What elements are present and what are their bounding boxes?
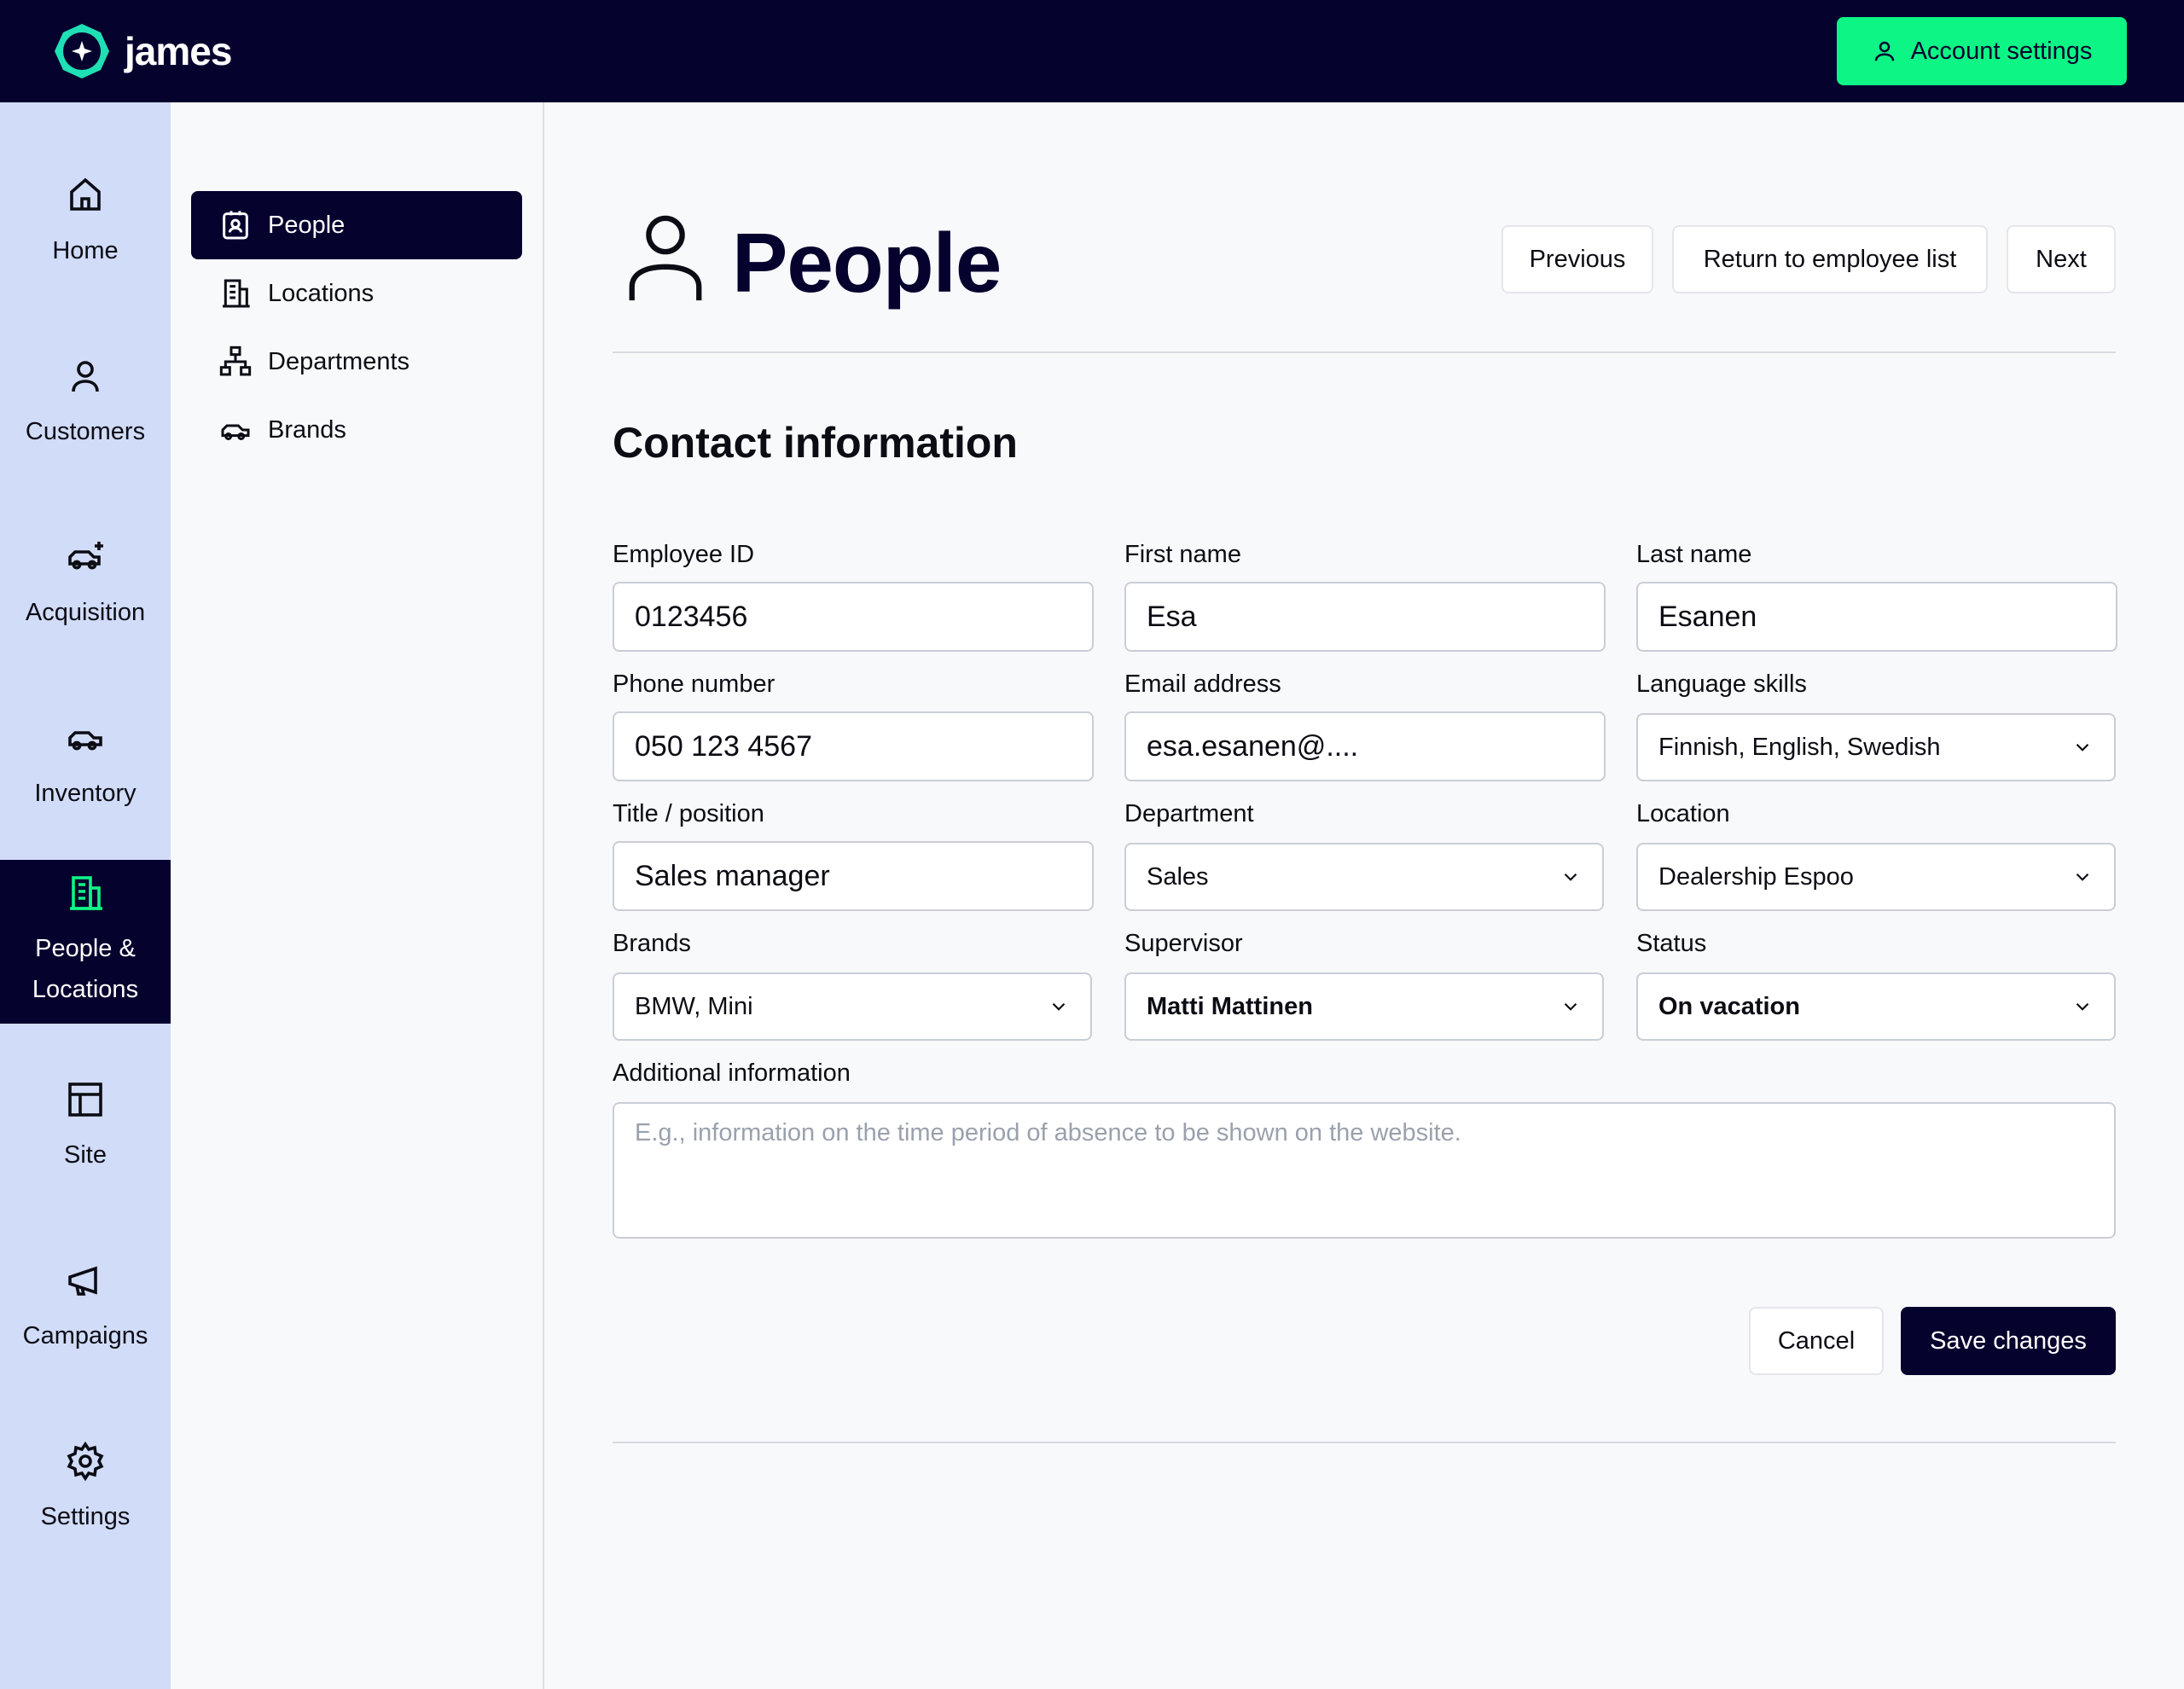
user-icon (1874, 41, 1894, 61)
brands-select[interactable]: BMW, Mini (613, 972, 1092, 1041)
title-position-input[interactable] (613, 841, 1094, 911)
chevron-down-icon (1052, 1002, 1066, 1011)
section-title: Contact information (613, 419, 1018, 467)
main-nav-rail: Home Customers Acquisition Inventory Peo… (0, 102, 171, 1689)
header-divider (613, 351, 2116, 353)
brand-name: james (125, 29, 232, 73)
building-icon (223, 279, 250, 308)
first-name-input[interactable] (1124, 582, 1606, 652)
status-select[interactable]: On vacation (1636, 972, 2116, 1041)
car-icon (221, 424, 250, 440)
subnav-item-departments[interactable]: Departments (191, 328, 522, 396)
section-subnav: People Locations Departments Brands (171, 102, 544, 1689)
logo[interactable]: james (51, 20, 232, 82)
subnav-label: Departments (268, 347, 410, 375)
location-label: Location (1636, 800, 1730, 827)
select-value: Sales (1147, 862, 1209, 891)
employee-id-label: Employee ID (613, 541, 755, 568)
account-settings-button[interactable]: Account settings (1837, 17, 2127, 85)
supervisor-select[interactable]: Matti Mattinen (1124, 972, 1604, 1041)
megaphone-icon (68, 1266, 97, 1296)
chevron-down-icon (2076, 873, 2089, 881)
building-icon (70, 876, 102, 910)
status-label: Status (1636, 930, 1707, 957)
select-value: On vacation (1658, 992, 1800, 1020)
subnav-label: People (268, 211, 346, 239)
rail-label: Campaigns (22, 1322, 148, 1350)
email-input[interactable] (1124, 711, 1606, 781)
department-select[interactable]: Sales (1124, 843, 1604, 911)
account-settings-label: Account settings (1910, 37, 2093, 65)
footer-divider (613, 1442, 2116, 1443)
subnav-label: Brands (268, 415, 346, 444)
chevron-down-icon (2076, 1002, 2089, 1011)
rail-item-site[interactable]: Site (0, 1046, 171, 1210)
next-button[interactable]: Next (2007, 225, 2116, 293)
chevron-down-icon (2076, 743, 2089, 752)
first-name-label: First name (1124, 541, 1241, 568)
id-badge-icon (223, 211, 248, 240)
select-value: BMW, Mini (635, 992, 753, 1020)
phone-input[interactable] (613, 711, 1094, 781)
return-to-list-button[interactable]: Return to employee list (1672, 225, 1988, 293)
cancel-button[interactable]: Cancel (1749, 1307, 1884, 1375)
phone-label: Phone number (613, 670, 775, 698)
brands-label: Brands (613, 930, 691, 957)
save-changes-button[interactable]: Save changes (1901, 1307, 2116, 1375)
page-title: People (732, 216, 1002, 310)
layout-icon (68, 1082, 102, 1117)
top-bar: james Account settings (0, 0, 2184, 102)
additional-info-textarea[interactable] (613, 1102, 2116, 1239)
additional-info-label: Additional information (613, 1059, 851, 1087)
language-skills-select[interactable]: Finnish, English, Swedish (1636, 713, 2116, 781)
language-skills-label: Language skills (1636, 670, 1807, 698)
subnav-item-locations[interactable]: Locations (191, 259, 522, 328)
rail-item-acquisition[interactable]: Acquisition (0, 503, 171, 667)
rail-label: Site (64, 1141, 107, 1170)
department-label: Department (1124, 800, 1254, 827)
gear-icon (67, 1441, 104, 1482)
subnav-label: Locations (268, 279, 375, 307)
rail-label: Inventory (34, 780, 136, 808)
last-name-label: Last name (1636, 541, 1752, 568)
title-position-label: Title / position (613, 800, 764, 827)
home-icon (70, 177, 101, 211)
rail-item-inventory[interactable]: Inventory (0, 684, 171, 848)
last-name-input[interactable] (1636, 582, 2117, 652)
subnav-item-brands[interactable]: Brands (191, 396, 522, 464)
email-label: Email address (1124, 670, 1281, 698)
employee-id-input[interactable] (613, 582, 1094, 652)
supervisor-label: Supervisor (1124, 930, 1243, 957)
select-value: Finnish, English, Swedish (1658, 733, 1941, 761)
subnav-item-people[interactable]: People (191, 191, 522, 259)
hierarchy-icon (219, 345, 252, 376)
rail-item-campaigns[interactable]: Campaigns (0, 1227, 171, 1390)
previous-button[interactable]: Previous (1502, 225, 1653, 293)
rail-label: Settings (40, 1503, 131, 1531)
rail-label: Customers (25, 418, 146, 446)
user-icon (72, 361, 99, 392)
logo-mark-icon (55, 24, 109, 78)
user-icon (629, 215, 702, 301)
rail-item-settings[interactable]: Settings (0, 1408, 171, 1571)
rail-label: People & Locations (32, 935, 139, 1003)
select-value: Dealership Espoo (1658, 862, 1854, 891)
rail-item-customers[interactable]: Customers (0, 322, 171, 486)
main-content: People Previous Return to employee list … (613, 102, 2117, 1689)
rail-item-home[interactable]: Home (0, 142, 171, 305)
location-select[interactable]: Dealership Espoo (1636, 843, 2116, 911)
rail-label: Acquisition (25, 599, 146, 627)
chevron-down-icon (1564, 1002, 1577, 1011)
chevron-down-icon (1564, 873, 1577, 881)
car-icon (68, 731, 102, 751)
select-value: Matti Mattinen (1147, 992, 1313, 1020)
rail-label: Home (52, 237, 119, 265)
rail-item-people-locations[interactable]: People & Locations (0, 860, 171, 1024)
car-plus-icon (68, 542, 103, 570)
